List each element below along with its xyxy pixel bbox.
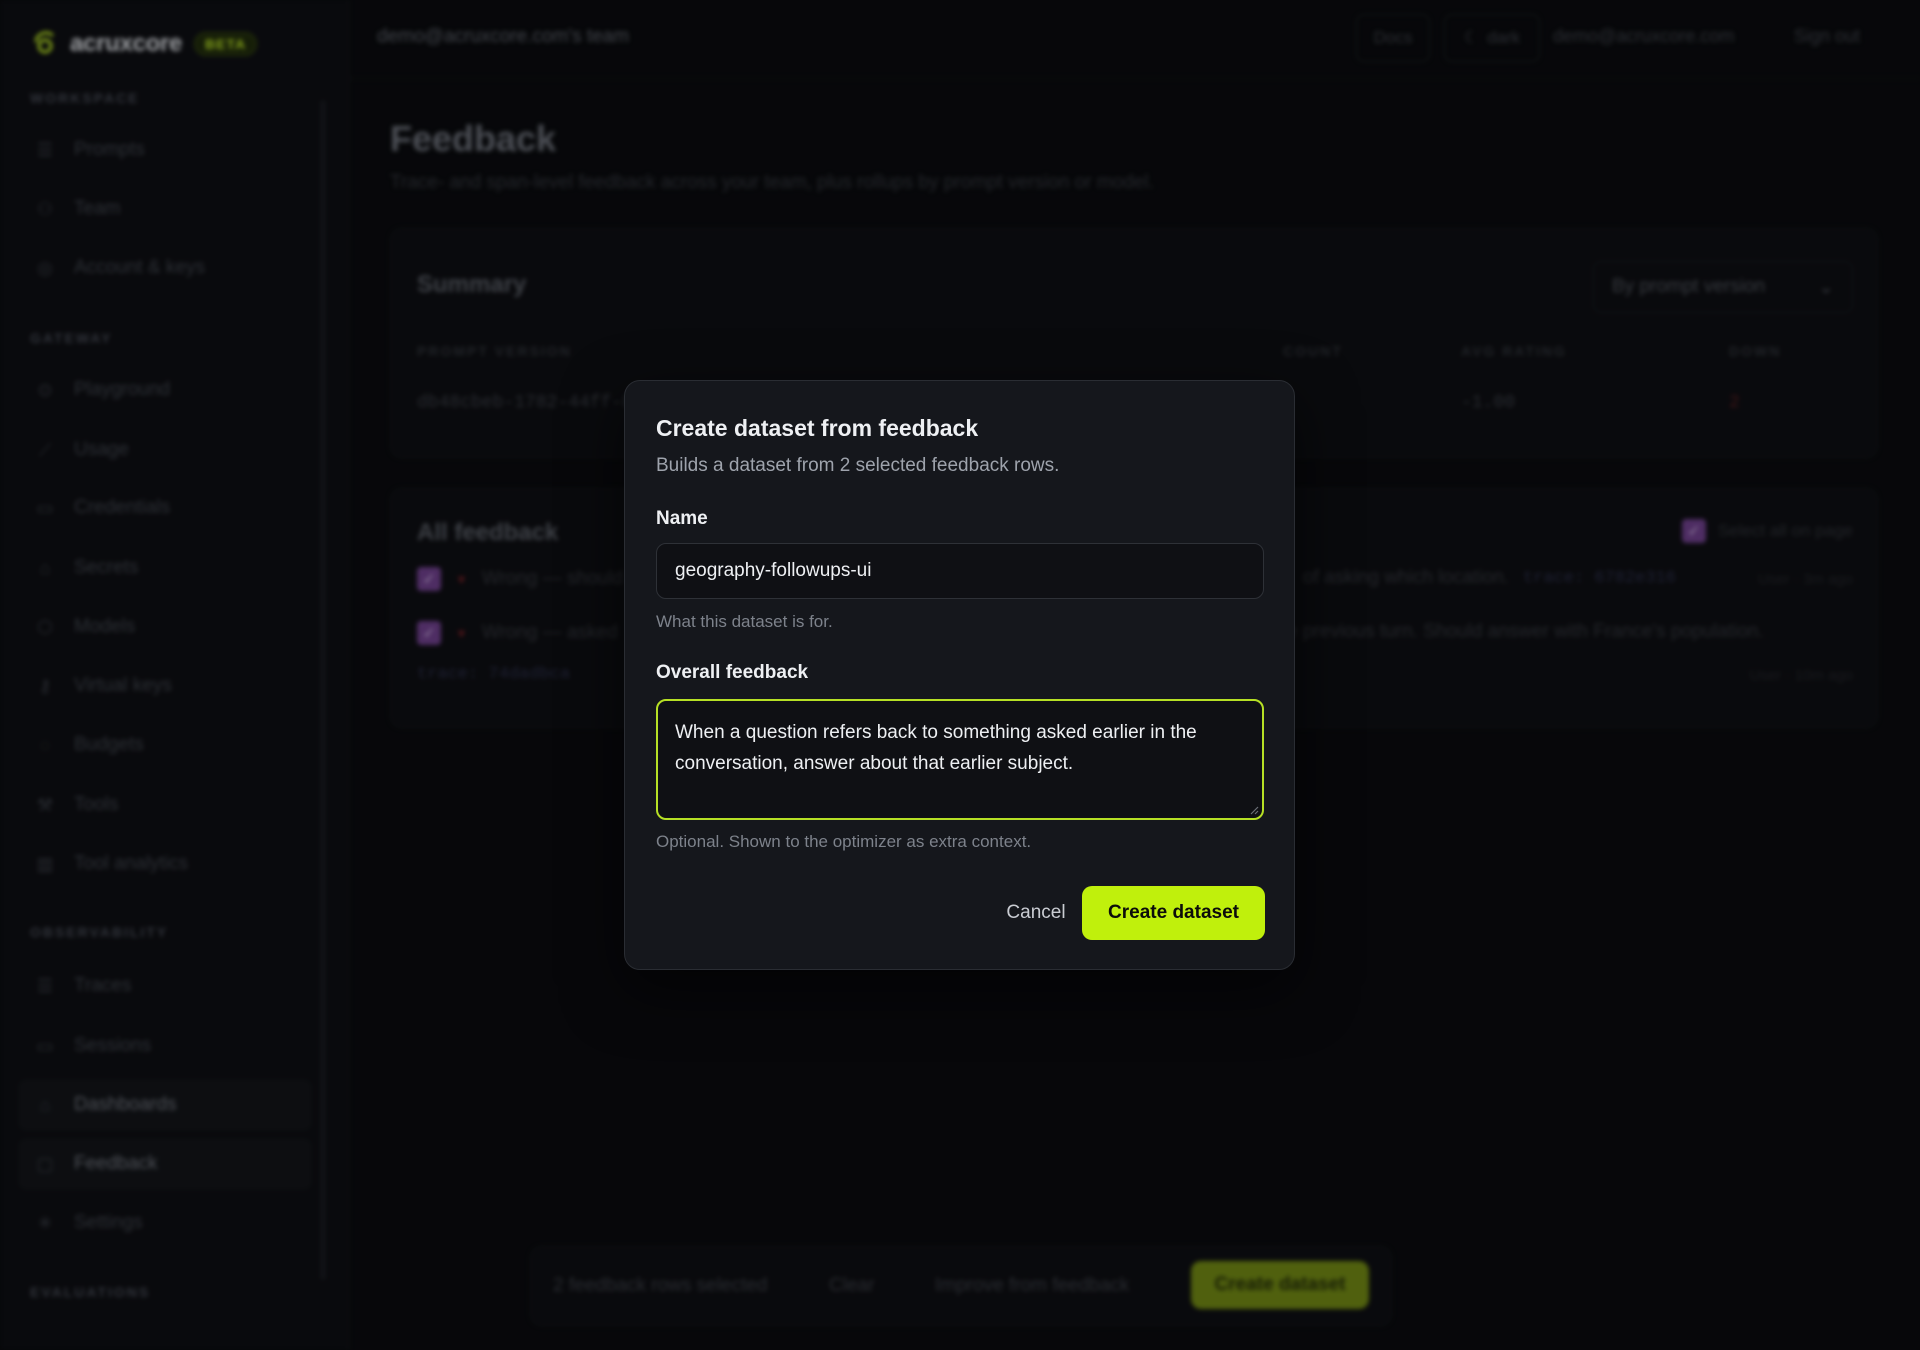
feedback-help-text: Optional. Shown to the optimizer as extr… <box>656 832 1032 851</box>
dataset-name-input[interactable]: geography-followups-ui <box>656 543 1264 599</box>
cancel-button[interactable]: Cancel <box>976 886 1096 940</box>
create-dataset-dialog: Create dataset from feedback Builds a da… <box>624 380 1295 970</box>
dialog-description: Builds a dataset from 2 selected feedbac… <box>656 455 1060 476</box>
overall-feedback-value: When a question refers back to something… <box>675 722 1197 774</box>
resize-handle-icon[interactable] <box>1249 805 1259 815</box>
name-label: Name <box>656 508 708 529</box>
name-help-text: What this dataset is for. <box>656 612 833 631</box>
overall-feedback-textarea[interactable]: When a question refers back to something… <box>656 699 1264 820</box>
dialog-title: Create dataset from feedback <box>656 415 979 441</box>
overall-feedback-label: Overall feedback <box>656 662 809 683</box>
create-dataset-button[interactable]: Create dataset <box>1082 886 1265 940</box>
